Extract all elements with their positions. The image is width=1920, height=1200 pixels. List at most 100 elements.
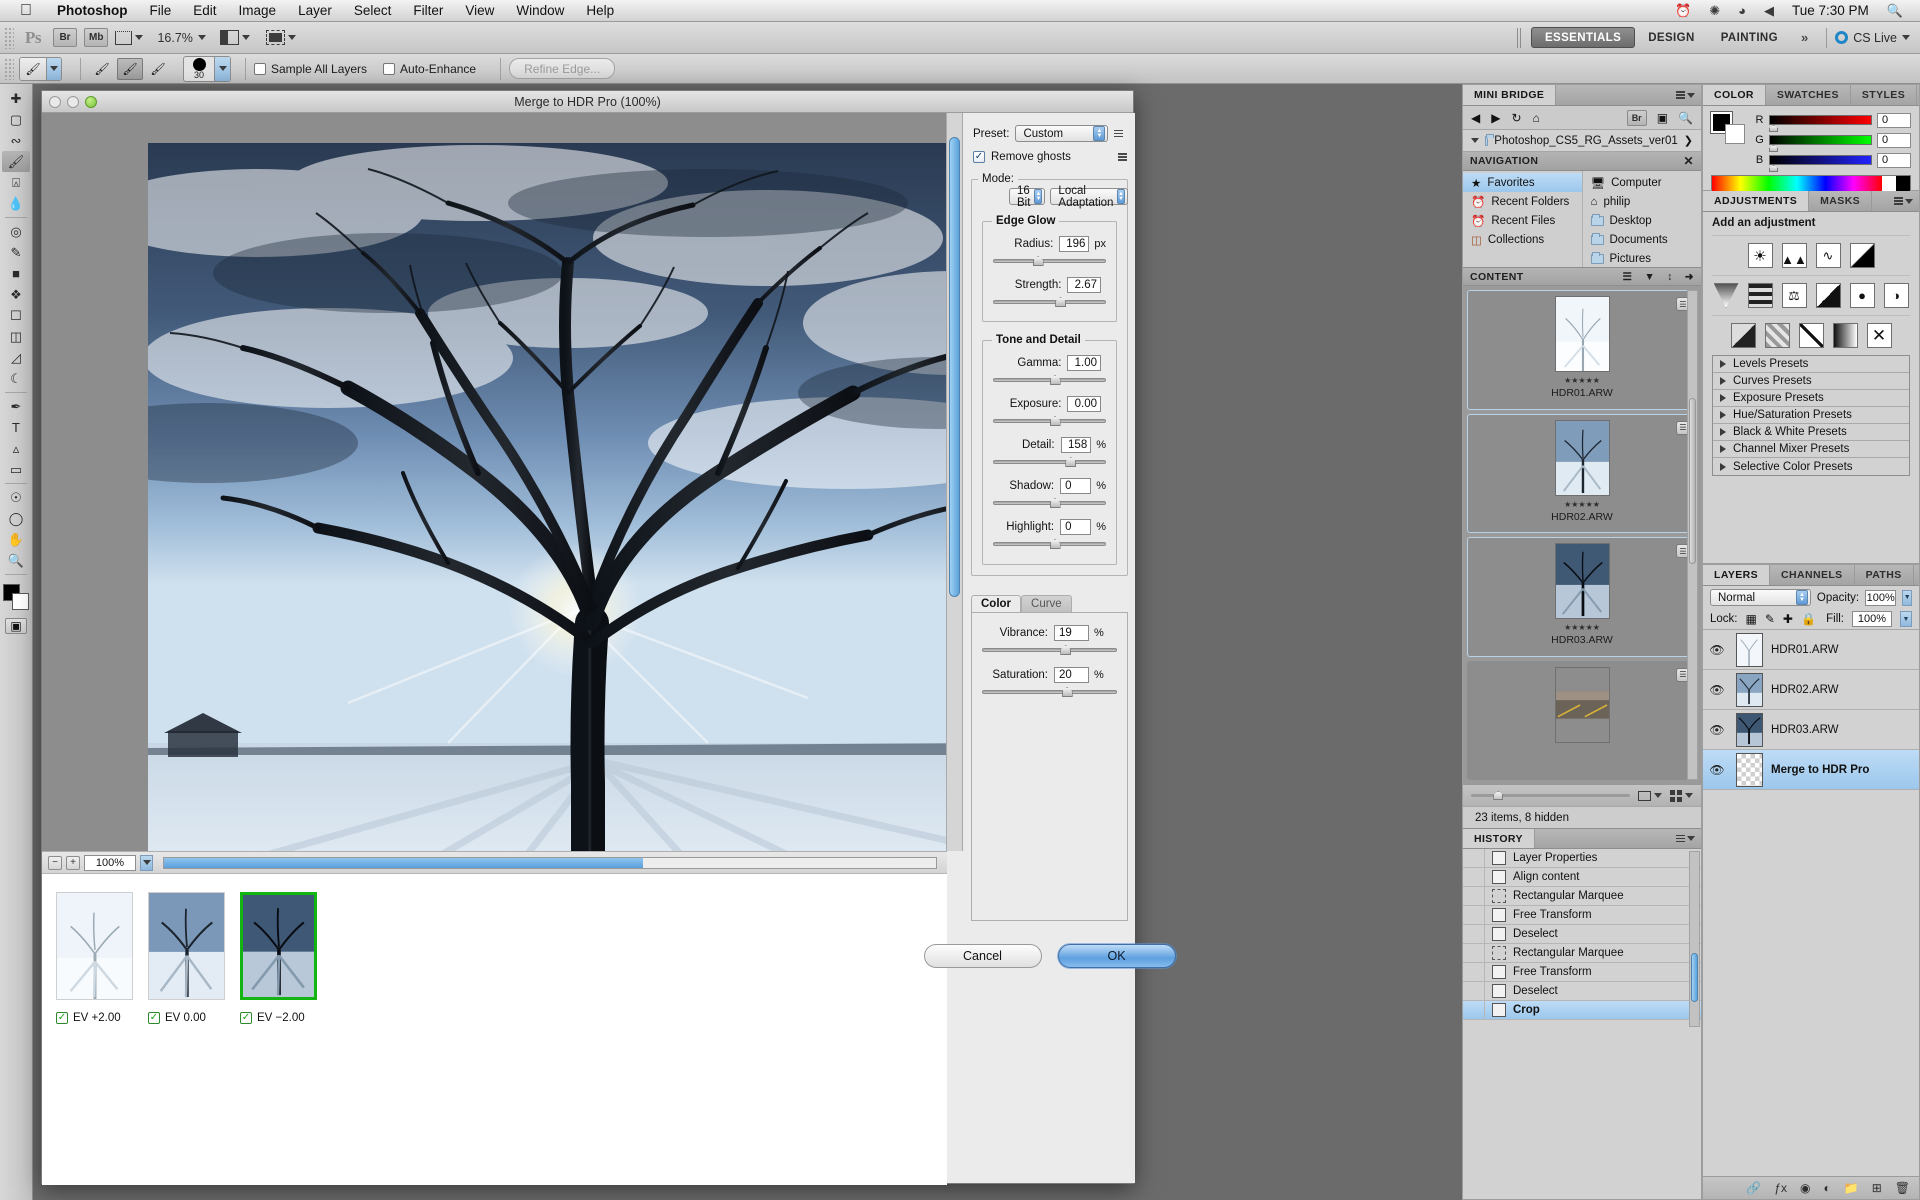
blend-mode-dropdown[interactable]: Normal ▲ ▼ bbox=[1710, 589, 1811, 606]
lasso-tool[interactable]: ∾ bbox=[2, 130, 30, 151]
home-icon[interactable]: ⌂ bbox=[1533, 111, 1540, 125]
bit-depth-dropdown[interactable]: 16 Bit ▲ ▼ bbox=[1009, 185, 1046, 209]
history-row-1[interactable]: Align content bbox=[1463, 868, 1701, 887]
strength-value[interactable]: 2.67 bbox=[1067, 277, 1101, 293]
mask-icon[interactable]: ◉ bbox=[1800, 1181, 1810, 1195]
history-panel-menu[interactable] bbox=[1670, 829, 1701, 848]
history-row-0[interactable]: Layer Properties bbox=[1463, 849, 1701, 868]
arrange-documents-button[interactable] bbox=[219, 30, 250, 45]
refresh-icon[interactable]: ↻ bbox=[1511, 111, 1521, 125]
refine-edge-button[interactable]: Refine Edge... bbox=[509, 58, 616, 79]
preset-row-2[interactable]: Exposure Presets bbox=[1713, 390, 1909, 407]
photo-filter-icon[interactable]: ● bbox=[1849, 283, 1875, 308]
channel-mixer-icon[interactable]: ◑ bbox=[1883, 283, 1909, 308]
type-tool[interactable]: T bbox=[2, 417, 30, 438]
levels-icon[interactable]: ▲▲ bbox=[1781, 243, 1807, 268]
crop-tool[interactable]: ⍓ bbox=[2, 172, 30, 193]
menu-view[interactable]: View bbox=[454, 3, 505, 18]
color-ramp[interactable] bbox=[1711, 175, 1911, 192]
content-stars-2[interactable]: ★★★★★ bbox=[1564, 623, 1600, 632]
tool-preset-chevron-down-icon[interactable] bbox=[46, 57, 61, 80]
zoom-button[interactable] bbox=[85, 96, 97, 108]
path-next-icon[interactable]: ❯ bbox=[1684, 134, 1693, 147]
path-selection-tool[interactable]: ▵ bbox=[2, 438, 30, 459]
close-button[interactable] bbox=[49, 96, 61, 108]
tab-masks[interactable]: MASKS bbox=[1809, 191, 1873, 211]
subtract-from-selection-button[interactable]: 🖌 bbox=[145, 58, 171, 80]
lock-image-icon[interactable]: ✎ bbox=[1765, 612, 1775, 626]
view-mode-button[interactable] bbox=[1638, 790, 1662, 801]
content-cell-2[interactable]: ★★★★★ HDR03.ARW ☰ bbox=[1467, 537, 1697, 657]
eye-icon[interactable]: 👁 bbox=[1706, 763, 1728, 777]
launch-bridge-button[interactable]: Br bbox=[53, 28, 77, 47]
view-extras-button[interactable] bbox=[115, 30, 144, 45]
fx-icon[interactable]: ƒx bbox=[1774, 1181, 1787, 1195]
eye-icon[interactable]: 👁 bbox=[1706, 723, 1728, 737]
screen-mode-button[interactable] bbox=[265, 30, 296, 45]
gamma-value[interactable]: 1.00 bbox=[1067, 355, 1101, 371]
gradient-map-icon[interactable] bbox=[1832, 323, 1858, 348]
search-icon[interactable]: 🔍 bbox=[1878, 3, 1912, 19]
sort-icon[interactable]: ↕ bbox=[1667, 271, 1673, 283]
brush-tool[interactable]: ✎ bbox=[2, 242, 30, 263]
menu-select[interactable]: Select bbox=[343, 3, 403, 18]
menubar-clock[interactable]: Tue 7:30 PM bbox=[1783, 3, 1878, 18]
workspace-design[interactable]: DESIGN bbox=[1635, 27, 1708, 48]
menu-file[interactable]: File bbox=[139, 3, 183, 18]
preset-dropdown[interactable]: Custom ▲ ▼ bbox=[1015, 125, 1109, 142]
exposure-slider[interactable] bbox=[993, 415, 1106, 428]
content-cell-1[interactable]: ★★★★★ HDR02.ARW ☰ bbox=[1467, 413, 1697, 533]
zoom-level-value[interactable]: 16.7% bbox=[157, 31, 192, 45]
channel-b-bar[interactable] bbox=[1769, 155, 1872, 172]
hdr-preview-canvas[interactable] bbox=[42, 113, 963, 851]
tab-swatches[interactable]: SWATCHES bbox=[1766, 85, 1851, 105]
scrollbar-thumb[interactable] bbox=[949, 137, 960, 597]
appbar-grip[interactable] bbox=[4, 26, 14, 49]
threshold-icon[interactable] bbox=[1798, 323, 1824, 348]
lock-transparency-icon[interactable]: ▦ bbox=[1746, 612, 1757, 626]
menu-help[interactable]: Help bbox=[575, 3, 625, 18]
exposure-checkbox-0[interactable]: ✓ bbox=[56, 1012, 68, 1024]
exposure-label-row-0[interactable]: ✓ EV +2.00 bbox=[56, 1012, 133, 1024]
optionsbar-grip[interactable] bbox=[4, 57, 14, 80]
auto-enhance-checkbox[interactable]: Auto-Enhance bbox=[383, 62, 476, 76]
background-color-chip[interactable] bbox=[1725, 124, 1745, 144]
nav-item-pictures[interactable]: Pictures bbox=[1583, 249, 1702, 268]
new-selection-button[interactable]: 🖌 bbox=[89, 58, 115, 80]
bridge-icon[interactable]: Br bbox=[1626, 109, 1647, 126]
minibridge-path-bar[interactable]: Photoshop_CS5_RG_Assets_ver01 ❯ bbox=[1463, 130, 1701, 152]
content-scrollbar[interactable] bbox=[1687, 290, 1698, 780]
history-row-3[interactable]: Free Transform bbox=[1463, 906, 1701, 925]
preset-row-4[interactable]: Black & White Presets bbox=[1713, 424, 1909, 441]
channel-g-bar[interactable] bbox=[1769, 135, 1872, 152]
content-stars-0[interactable]: ★★★★★ bbox=[1564, 376, 1600, 385]
layer-row-1[interactable]: 👁 HDR02.ARW bbox=[1703, 670, 1919, 710]
marquee-tool[interactable]: ▢ bbox=[2, 109, 30, 130]
saturation-value[interactable]: 20 bbox=[1054, 667, 1089, 683]
minibridge-panel-menu[interactable] bbox=[1670, 85, 1701, 105]
radius-value[interactable]: 196 bbox=[1059, 236, 1090, 252]
preview-zoom-chevron-down-icon[interactable] bbox=[140, 854, 153, 871]
nav-item-computer[interactable]: 🖥 Computer bbox=[1583, 173, 1702, 192]
nav-item-recent-files[interactable]: ⏰ Recent Files bbox=[1463, 211, 1582, 230]
highlight-slider[interactable] bbox=[993, 538, 1106, 551]
workspace-painting[interactable]: PAINTING bbox=[1708, 27, 1791, 48]
sample-all-layers-checkbox[interactable]: Sample All Layers bbox=[254, 62, 367, 76]
history-row-6[interactable]: Free Transform bbox=[1463, 963, 1701, 982]
history-brush-tool[interactable]: ❖ bbox=[2, 284, 30, 305]
hue-saturation-icon[interactable] bbox=[1747, 283, 1773, 308]
menu-window[interactable]: Window bbox=[505, 3, 575, 18]
adjustment-icon[interactable]: ◐ bbox=[1824, 1181, 1831, 1195]
history-row-7[interactable]: Deselect bbox=[1463, 982, 1701, 1001]
color-balance-icon[interactable]: ⚖ bbox=[1781, 283, 1807, 308]
grid-view-button[interactable] bbox=[1670, 789, 1693, 802]
color-swatches[interactable] bbox=[2, 584, 30, 610]
clone-stamp-tool[interactable]: ■ bbox=[2, 263, 30, 284]
posterize-icon[interactable] bbox=[1764, 323, 1790, 348]
detail-value[interactable]: 158 bbox=[1060, 437, 1092, 453]
ok-button[interactable]: OK bbox=[1057, 944, 1176, 968]
exposure-value[interactable]: 0.00 bbox=[1067, 396, 1101, 412]
quick-selection-tool[interactable]: 🖌 bbox=[2, 151, 30, 172]
strength-slider[interactable] bbox=[993, 296, 1106, 309]
list-view-icon[interactable]: ☰ bbox=[1623, 271, 1633, 283]
